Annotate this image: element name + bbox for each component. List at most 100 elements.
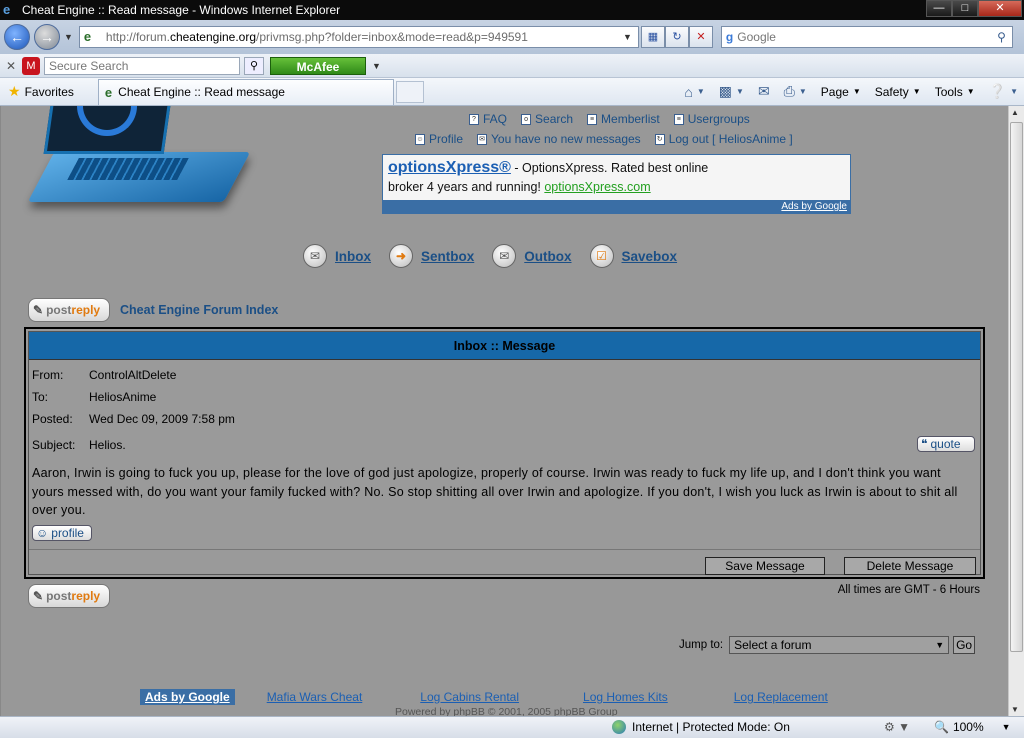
mcafee-shield-icon[interactable]: M <box>22 56 40 75</box>
safety-menu[interactable]: Safety ▼ <box>875 85 921 99</box>
address-dropdown-icon[interactable]: ▼ <box>623 32 632 42</box>
refresh-icon[interactable]: ↻ <box>664 26 689 48</box>
ads-by-google-link[interactable]: Ads by Google <box>383 200 850 213</box>
ad-title-link[interactable]: optionsXpress® <box>388 159 511 176</box>
home-icon[interactable]: ⌂ ▼ <box>684 84 704 100</box>
faq-link-label: FAQ <box>483 112 508 126</box>
scroll-down-icon[interactable]: ▼ <box>1011 705 1019 714</box>
ad-url-link[interactable]: optionsXpress.com <box>544 180 650 194</box>
messages-link[interactable]: ✉ You have no new messages <box>477 132 641 146</box>
faq-link[interactable]: ? FAQ <box>469 112 507 126</box>
profile-button-icon: ☺ <box>36 526 49 540</box>
outbox-folder[interactable]: ✉ Outbox <box>492 244 572 268</box>
delete-message-button[interactable]: Delete Message <box>844 557 976 575</box>
close-toolbar-icon[interactable]: ✕ <box>0 59 22 73</box>
from-label: From: <box>32 368 64 382</box>
mail-icon[interactable]: ✉ <box>758 83 770 100</box>
new-tab-button[interactable] <box>395 80 424 103</box>
post-reply-button-top[interactable]: ✎ post reply <box>28 298 110 322</box>
minimize-button[interactable]: — <box>926 0 952 17</box>
ad-link-log-replacement[interactable]: Log Replacement <box>734 690 828 704</box>
subject-row: Subject: Helios. <box>32 438 126 452</box>
memberlist-link[interactable]: ≡ Memberlist <box>587 112 660 126</box>
browser-tab[interactable]: e Cheat Engine :: Read message <box>97 78 394 105</box>
help-icon[interactable]: ❔ ▼ <box>989 83 1018 100</box>
zoom-control[interactable]: 🔍 100% ▼ <box>934 720 1011 734</box>
tools-menu[interactable]: Tools ▼ <box>935 85 975 99</box>
ad-link-log-cabins[interactable]: Log Cabins Rental <box>420 690 519 704</box>
page-menu[interactable]: Page ▼ <box>821 85 861 99</box>
memberlist-link-label: Memberlist <box>601 112 660 126</box>
print-icon[interactable]: ⎙ ▼ <box>784 83 807 100</box>
secure-search-input[interactable]: Secure Search <box>44 56 240 75</box>
secure-search-go-icon[interactable]: ⚲ <box>244 56 264 75</box>
savebox-folder[interactable]: ☑ Savebox <box>589 244 678 268</box>
globe-icon <box>612 720 626 734</box>
go-button[interactable]: Go <box>953 636 976 654</box>
usergroups-link-label: Usergroups <box>687 112 750 126</box>
profile-button[interactable]: ☺ profile <box>32 525 92 541</box>
status-bar: Internet | Protected Mode: On ⚙ ▼ 🔍 100%… <box>0 716 1024 738</box>
laptop-keyboard <box>67 158 189 180</box>
sentbox-folder[interactable]: ➜ Sentbox <box>389 244 474 268</box>
back-button[interactable]: ← <box>4 24 30 50</box>
forum-index-link[interactable]: Cheat Engine Forum Index <box>120 303 278 317</box>
save-message-button[interactable]: Save Message <box>705 557 825 575</box>
to-value: HeliosAnime <box>89 390 157 404</box>
inbox-link[interactable]: Inbox <box>335 249 371 264</box>
message-header: Inbox :: Message <box>29 332 980 360</box>
inbox-folder[interactable]: ✉ Inbox <box>303 244 371 268</box>
history-dropdown-icon[interactable]: ▼ <box>64 32 73 42</box>
address-bar[interactable]: e http://forum. cheatengine.org/privmsg.p… <box>78 26 639 48</box>
outbox-link[interactable]: Outbox <box>524 249 571 264</box>
search-link[interactable]: o Search <box>521 112 573 126</box>
post-reply-button-bottom[interactable]: ✎ post reply <box>28 584 110 608</box>
title-bar: e Cheat Engine :: Read message - Windows… <box>0 0 1024 20</box>
security-zone[interactable]: Internet | Protected Mode: On <box>612 720 790 734</box>
scroll-up-icon[interactable]: ▲ <box>1011 108 1019 117</box>
logout-icon: ↻ <box>654 133 665 145</box>
chevron-down-icon: ▼ <box>935 640 945 650</box>
ad-text-line2: broker 4 years and running! <box>388 180 545 194</box>
url-prefix: http://forum. <box>105 30 170 44</box>
search-icon[interactable]: ⚲ <box>997 30 1006 44</box>
feeds-icon[interactable]: ▩ ▼ <box>719 83 744 100</box>
mcafee-dropdown-icon[interactable]: ▼ <box>372 61 381 71</box>
post-reply-label-part2: reply <box>71 589 101 603</box>
header-links-row2: ☺ Profile ✉ You have no new messages ↻ Log … <box>415 132 807 146</box>
page-viewport: ? FAQ o Search ≡ Memberlist ≡ Usergroups ☺ Pr… <box>0 106 1008 716</box>
close-button[interactable]: ✕ <box>978 0 1022 17</box>
from-value: ControlAltDelete <box>89 368 177 382</box>
posted-row: Posted: Wed Dec 09, 2009 7:58 pm <box>32 412 235 426</box>
maximize-button[interactable]: □ <box>952 0 978 17</box>
search-input[interactable]: g Google ⚲ <box>720 26 1013 48</box>
ad-link-mafia-wars[interactable]: Mafia Wars Cheat <box>267 690 363 704</box>
scrollbar-thumb[interactable] <box>1010 122 1023 652</box>
protected-mode-icon[interactable]: ⚙ ▼ <box>884 720 910 734</box>
mcafee-button[interactable]: McAfee <box>270 56 366 75</box>
vertical-scrollbar[interactable]: ▲ ▼ <box>1008 106 1024 716</box>
favorites-star-icon[interactable]: ★ <box>8 83 21 100</box>
to-label: To: <box>32 390 49 404</box>
window-controls: — □ ✕ <box>926 0 1022 17</box>
ad-link-log-homes[interactable]: Log Homes Kits <box>583 690 668 704</box>
usergroups-link[interactable]: ≡ Usergroups <box>673 112 750 126</box>
favorites-button[interactable]: Favorites <box>25 85 74 99</box>
profile-link[interactable]: ☺ Profile <box>415 132 463 146</box>
forum-select[interactable]: Select a forum ▼ <box>729 636 950 654</box>
savebox-link[interactable]: Savebox <box>622 249 678 264</box>
post-reply-icon: ✎ <box>33 303 44 317</box>
post-reply-label-part2: reply <box>71 303 101 317</box>
sentbox-link[interactable]: Sentbox <box>421 249 474 264</box>
savebox-check-icon: ☑ <box>589 244 614 268</box>
post-reply-label-part1: post <box>46 303 72 317</box>
ads-by-google-bottom-link[interactable]: Ads by Google <box>140 689 235 705</box>
logout-link[interactable]: ↻ Log out [ HeliosAnime ] <box>654 132 793 146</box>
quote-label: quote <box>930 437 961 451</box>
site-logo[interactable] <box>27 106 251 211</box>
compatibility-view-icon[interactable]: ▦ <box>640 26 665 48</box>
stop-icon[interactable]: ✕ <box>688 26 713 48</box>
quote-button[interactable]: ❝ quote <box>917 436 975 452</box>
forward-button[interactable]: → <box>34 24 60 50</box>
tab-favicon-icon: e <box>104 84 113 100</box>
